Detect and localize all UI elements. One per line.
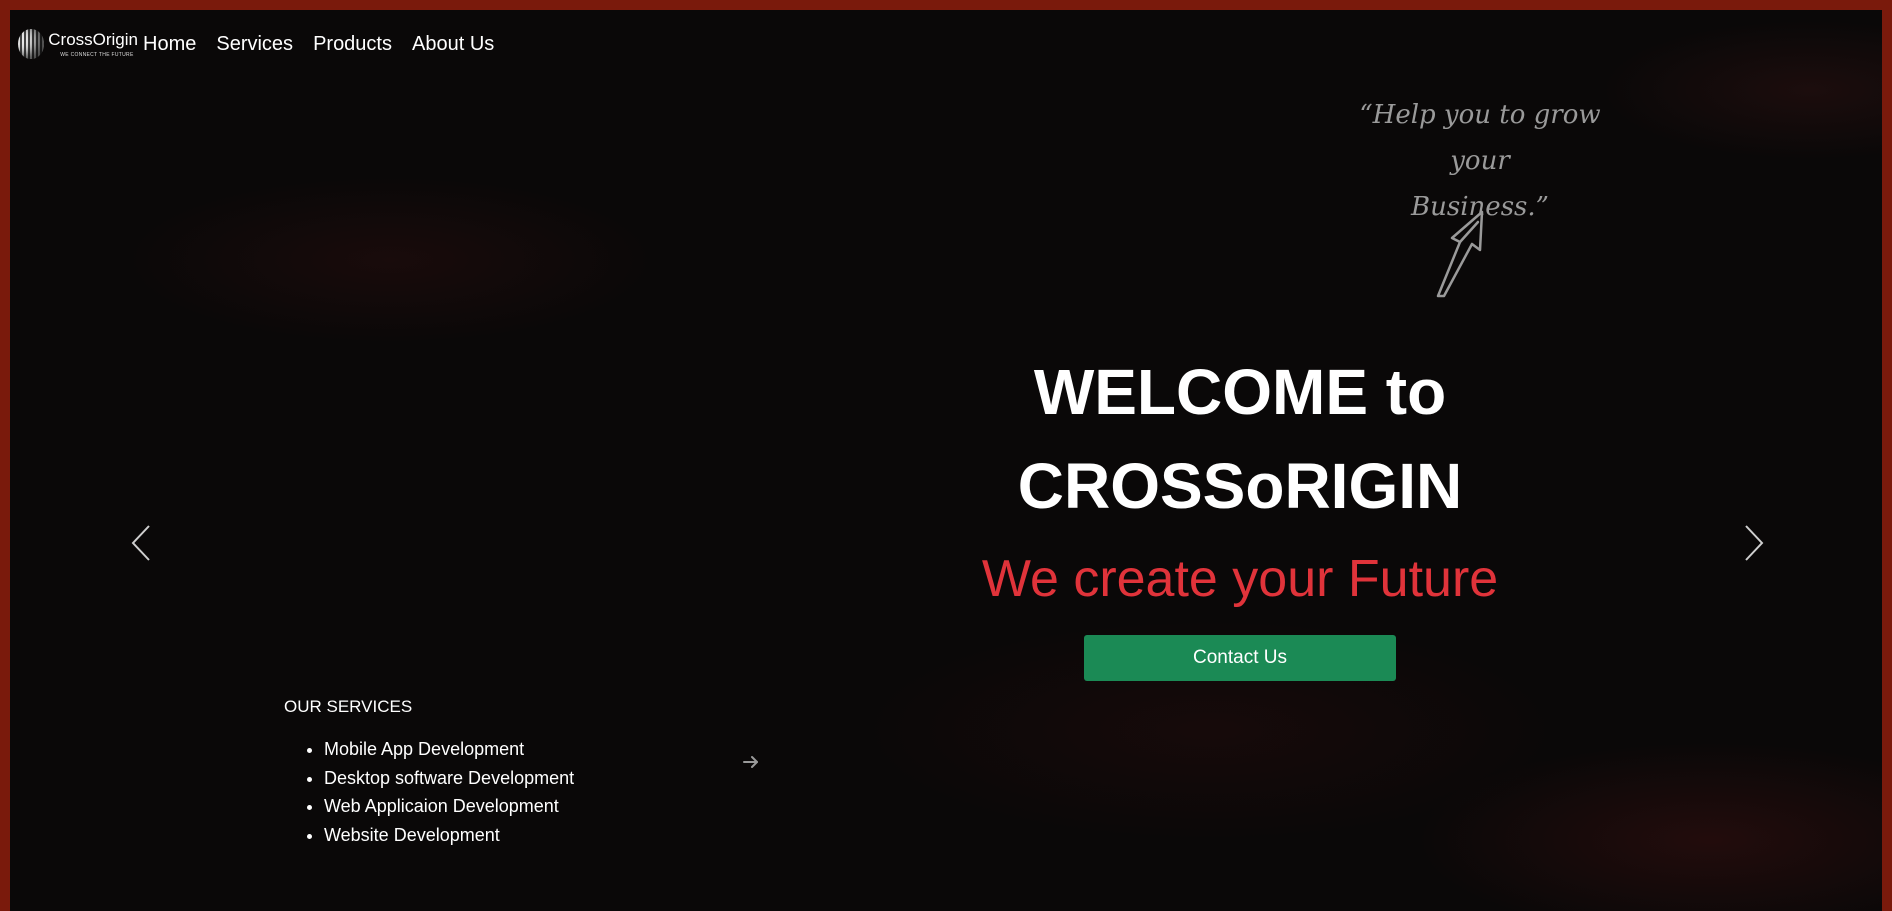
- arrow-up-right-icon: [1436, 210, 1484, 298]
- logo-name: CrossOrigin: [48, 29, 138, 49]
- nav-link-products[interactable]: Products: [313, 33, 392, 56]
- page-frame: CrossOrigin WE CONNECT THE FUTURE Home S…: [10, 10, 1882, 911]
- list-item: Desktop software Development: [324, 764, 574, 793]
- nav-link-services[interactable]: Services: [216, 33, 293, 56]
- globe-logo-icon: [18, 29, 45, 59]
- quote-line-1: “Help you to grow your: [1359, 100, 1601, 176]
- arrow-right-icon[interactable]: [742, 754, 760, 770]
- nav-link-about-us[interactable]: About Us: [412, 33, 494, 56]
- chevron-left-icon[interactable]: [130, 523, 152, 563]
- logo[interactable]: CrossOrigin WE CONNECT THE FUTURE: [18, 29, 138, 59]
- list-item: Website Development: [324, 821, 574, 850]
- nav-links: Home Services Products About Us: [143, 33, 514, 56]
- services-list: Mobile App Development Desktop software …: [284, 735, 574, 849]
- services-heading: OUR SERVICES: [284, 697, 413, 716]
- navbar: CrossOrigin WE CONNECT THE FUTURE Home S…: [18, 24, 514, 64]
- hero-title-line-2: CROSSoRIGIN: [1017, 450, 1463, 522]
- hero-title: WELCOME to CROSSoRIGIN: [880, 345, 1600, 533]
- logo-tagline: WE CONNECT THE FUTURE: [60, 51, 134, 58]
- hero: WELCOME to CROSSoRIGIN We create your Fu…: [880, 345, 1600, 681]
- list-item: Web Applicaion Development: [324, 792, 574, 821]
- services-section: OUR SERVICES Mobile App Development Desk…: [284, 697, 574, 849]
- hero-title-line-1: WELCOME to: [1033, 356, 1447, 428]
- hero-subtitle: We create your Future: [981, 550, 1499, 608]
- list-item: Mobile App Development: [324, 735, 574, 764]
- chevron-right-icon[interactable]: [1743, 523, 1765, 563]
- nav-link-home[interactable]: Home: [143, 33, 196, 56]
- contact-us-button[interactable]: Contact Us: [1084, 635, 1396, 681]
